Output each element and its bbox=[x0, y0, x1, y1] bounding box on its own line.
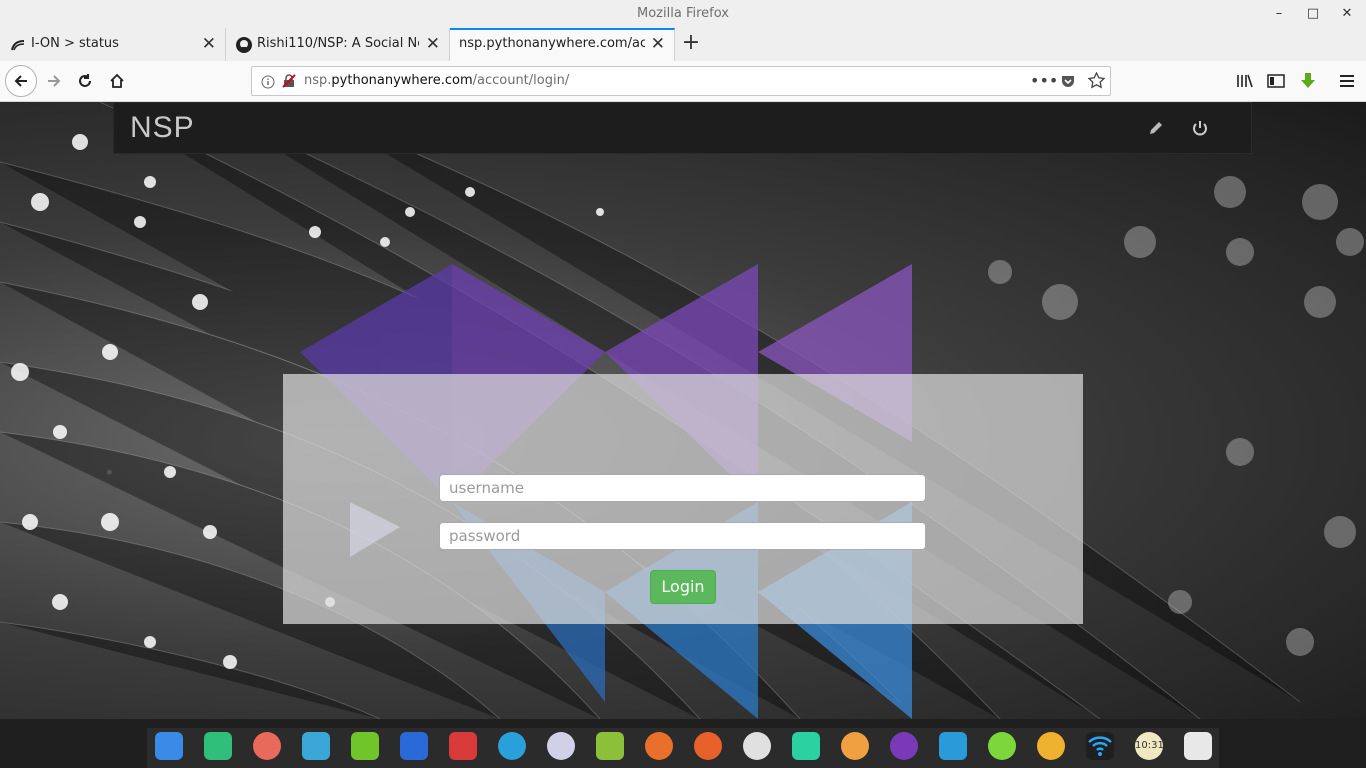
firefox-icon[interactable] bbox=[694, 732, 722, 760]
site-navbar: NSP bbox=[113, 102, 1252, 154]
window-title: Mozilla Firefox bbox=[637, 6, 729, 21]
wifi-icon[interactable] bbox=[1086, 732, 1114, 760]
clock-icon[interactable]: 10:31 bbox=[1135, 732, 1164, 760]
forward-arrow-icon bbox=[48, 75, 61, 87]
tab-nsp-login[interactable]: nsp.pythonanywhere.com/accoun ✕ bbox=[450, 28, 675, 61]
menu-button[interactable] bbox=[1333, 67, 1361, 95]
library-button[interactable] bbox=[1231, 67, 1259, 95]
close-tab-icon[interactable]: ✕ bbox=[202, 34, 216, 54]
trash-icon[interactable] bbox=[1184, 732, 1212, 760]
player-icon[interactable] bbox=[890, 732, 918, 760]
close-tab-icon[interactable]: ✕ bbox=[651, 34, 665, 54]
launcher-icon[interactable] bbox=[155, 732, 183, 760]
forward-button[interactable] bbox=[40, 67, 68, 95]
navigation-toolbar: nsp.pythonanywhere.com/account/login/ ••… bbox=[0, 61, 1366, 102]
minimize-button[interactable]: – bbox=[1268, 4, 1290, 24]
terminal-icon[interactable] bbox=[449, 732, 477, 760]
archive-icon[interactable] bbox=[302, 732, 330, 760]
music-icon[interactable] bbox=[351, 732, 379, 760]
spider-icon[interactable] bbox=[743, 732, 771, 760]
ubuntu-icon[interactable] bbox=[645, 732, 673, 760]
sidebar-button[interactable] bbox=[1262, 67, 1290, 95]
dictionary-icon[interactable] bbox=[939, 732, 967, 760]
new-tab-button[interactable]: + bbox=[680, 32, 702, 56]
library-icon bbox=[1237, 74, 1253, 88]
pocket-icon[interactable] bbox=[1060, 73, 1076, 93]
github-icon bbox=[236, 37, 252, 53]
address-bar[interactable]: nsp.pythonanywhere.com/account/login/ ••… bbox=[251, 66, 1111, 96]
reload-icon bbox=[79, 74, 91, 87]
home-icon bbox=[110, 73, 124, 88]
download-arrow-icon bbox=[1301, 73, 1315, 88]
power-manager-icon[interactable] bbox=[988, 732, 1016, 760]
login-button[interactable]: Login bbox=[650, 570, 716, 604]
loader-icon[interactable] bbox=[1037, 732, 1065, 760]
home-button[interactable] bbox=[103, 67, 131, 95]
reload-button[interactable] bbox=[71, 67, 99, 95]
sidebar-icon bbox=[1267, 74, 1285, 88]
back-button[interactable] bbox=[5, 65, 37, 97]
settings-gear-icon[interactable] bbox=[547, 732, 575, 760]
edit-pencil-icon[interactable] bbox=[1147, 119, 1167, 139]
power-icon[interactable] bbox=[1191, 119, 1211, 139]
taskbar: 10:31 bbox=[0, 719, 1366, 768]
url-text[interactable]: nsp.pythonanywhere.com/account/login/ bbox=[304, 73, 569, 88]
tab-github-nsp[interactable]: Rishi110/NSP: A Social Netwo ✕ bbox=[226, 28, 450, 61]
window-titlebar: Mozilla Firefox – □ ✕ bbox=[0, 0, 1366, 28]
tab-ion-status[interactable]: I-ON > status ✕ bbox=[0, 28, 226, 61]
tab-label: nsp.pythonanywhere.com/accoun bbox=[459, 36, 645, 51]
video-icon[interactable] bbox=[400, 732, 428, 760]
android-icon[interactable] bbox=[596, 732, 624, 760]
pycharm-icon[interactable] bbox=[792, 732, 820, 760]
password-input[interactable] bbox=[439, 522, 926, 550]
telegram-icon[interactable] bbox=[498, 732, 526, 760]
downloads-button[interactable] bbox=[1294, 67, 1322, 95]
files-icon[interactable] bbox=[204, 732, 232, 760]
back-arrow-icon bbox=[14, 75, 27, 87]
orange-icon[interactable] bbox=[841, 732, 869, 760]
screen-recorder-icon[interactable] bbox=[253, 732, 281, 760]
tab-label: Rishi110/NSP: A Social Netwo bbox=[257, 36, 419, 51]
bookmark-star-icon[interactable] bbox=[1087, 71, 1106, 93]
close-window-button[interactable]: ✕ bbox=[1336, 4, 1358, 24]
site-brand[interactable]: NSP bbox=[130, 111, 195, 145]
ion-favicon-icon bbox=[10, 37, 26, 53]
close-tab-icon[interactable]: ✕ bbox=[426, 34, 440, 54]
hamburger-menu-icon bbox=[1340, 75, 1354, 87]
site-info-icon[interactable] bbox=[261, 74, 275, 93]
maximize-button[interactable]: □ bbox=[1302, 4, 1324, 24]
insecure-lock-icon[interactable] bbox=[281, 73, 297, 93]
username-input[interactable] bbox=[439, 474, 926, 502]
tab-label: I-ON > status bbox=[31, 36, 119, 51]
page-actions-icon[interactable]: ••• bbox=[1030, 71, 1058, 90]
